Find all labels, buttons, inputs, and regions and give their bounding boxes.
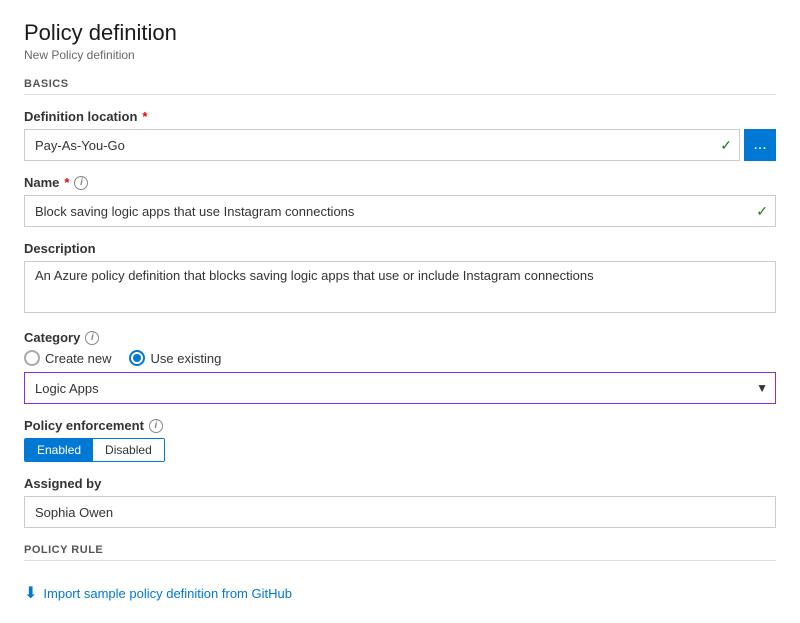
name-input[interactable] <box>24 195 776 227</box>
policy-enforcement-group: Policy enforcement i Enabled Disabled <box>24 418 776 462</box>
assigned-by-group: Assigned by <box>24 476 776 528</box>
name-checkmark-icon: ✓ <box>756 203 768 220</box>
policy-enforcement-label: Policy enforcement i <box>24 418 776 433</box>
page-title: Policy definition <box>24 20 776 46</box>
category-label: Category i <box>24 330 776 345</box>
name-required-star: * <box>64 175 69 190</box>
definition-location-browse-button[interactable]: ... <box>744 129 776 161</box>
name-info-icon[interactable]: i <box>74 176 88 190</box>
assigned-by-label: Assigned by <box>24 476 776 491</box>
enforcement-enabled-button[interactable]: Enabled <box>25 439 93 461</box>
name-input-wrapper: ✓ <box>24 195 776 227</box>
checkmark-icon: ✓ <box>720 137 732 154</box>
category-group: Category i Create new Use existing Logic… <box>24 330 776 404</box>
name-group: Name * i ✓ <box>24 175 776 227</box>
definition-location-input-wrapper: ✓ <box>24 129 740 161</box>
policy-enforcement-toggle: Enabled Disabled <box>24 438 165 462</box>
radio-create-new[interactable]: Create new <box>24 350 111 366</box>
category-select[interactable]: Logic Apps Compute Network Storage <box>24 372 776 404</box>
category-info-icon[interactable]: i <box>85 331 99 345</box>
assigned-by-input[interactable] <box>24 496 776 528</box>
required-star: * <box>142 109 147 124</box>
category-radio-group: Create new Use existing <box>24 350 776 366</box>
import-policy-link[interactable]: ⬇ Import sample policy definition from G… <box>24 583 292 603</box>
import-arrow-icon: ⬇ <box>24 583 37 603</box>
policy-enforcement-info-icon[interactable]: i <box>149 419 163 433</box>
definition-location-input[interactable] <box>24 129 740 161</box>
category-select-wrapper: Logic Apps Compute Network Storage ▼ <box>24 372 776 404</box>
name-label: Name * i <box>24 175 776 190</box>
policy-rule-section: POLICY RULE ⬇ Import sample policy defin… <box>24 544 776 603</box>
definition-location-group: Definition location * ✓ ... <box>24 109 776 161</box>
enforcement-disabled-button[interactable]: Disabled <box>93 439 164 461</box>
description-textarea[interactable]: An Azure policy definition that blocks s… <box>24 261 776 313</box>
description-label: Description <box>24 241 776 256</box>
definition-location-label: Definition location * <box>24 109 776 124</box>
radio-use-existing[interactable]: Use existing <box>129 350 221 366</box>
policy-rule-section-header: POLICY RULE <box>24 544 776 561</box>
description-group: Description An Azure policy definition t… <box>24 241 776 316</box>
definition-location-row: ✓ ... <box>24 129 776 161</box>
page-subtitle: New Policy definition <box>24 48 776 62</box>
basics-section-header: BASICS <box>24 78 776 95</box>
radio-use-existing-circle <box>129 350 145 366</box>
radio-create-new-circle <box>24 350 40 366</box>
page-container: Policy definition New Policy definition … <box>0 0 800 623</box>
